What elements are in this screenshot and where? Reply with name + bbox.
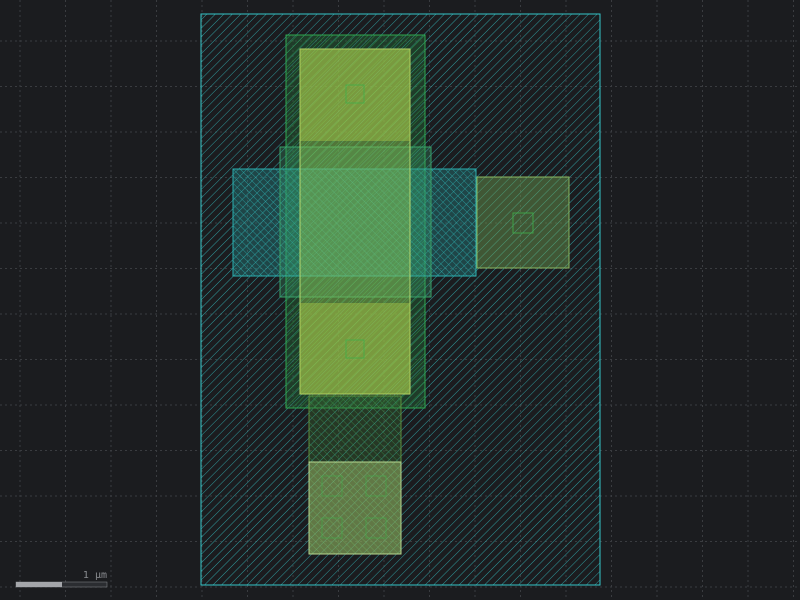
layout-canvas[interactable]: 1 µm (0, 0, 800, 600)
scale-bar-light-segment (16, 582, 62, 587)
scale-bar-label: 1 µm (83, 570, 107, 581)
metal1-top-pad (300, 49, 410, 141)
metal1-mid-pad (300, 303, 410, 394)
scale-bar: 1 µm (15, 570, 108, 588)
metal1-right-pad (476, 176, 570, 269)
